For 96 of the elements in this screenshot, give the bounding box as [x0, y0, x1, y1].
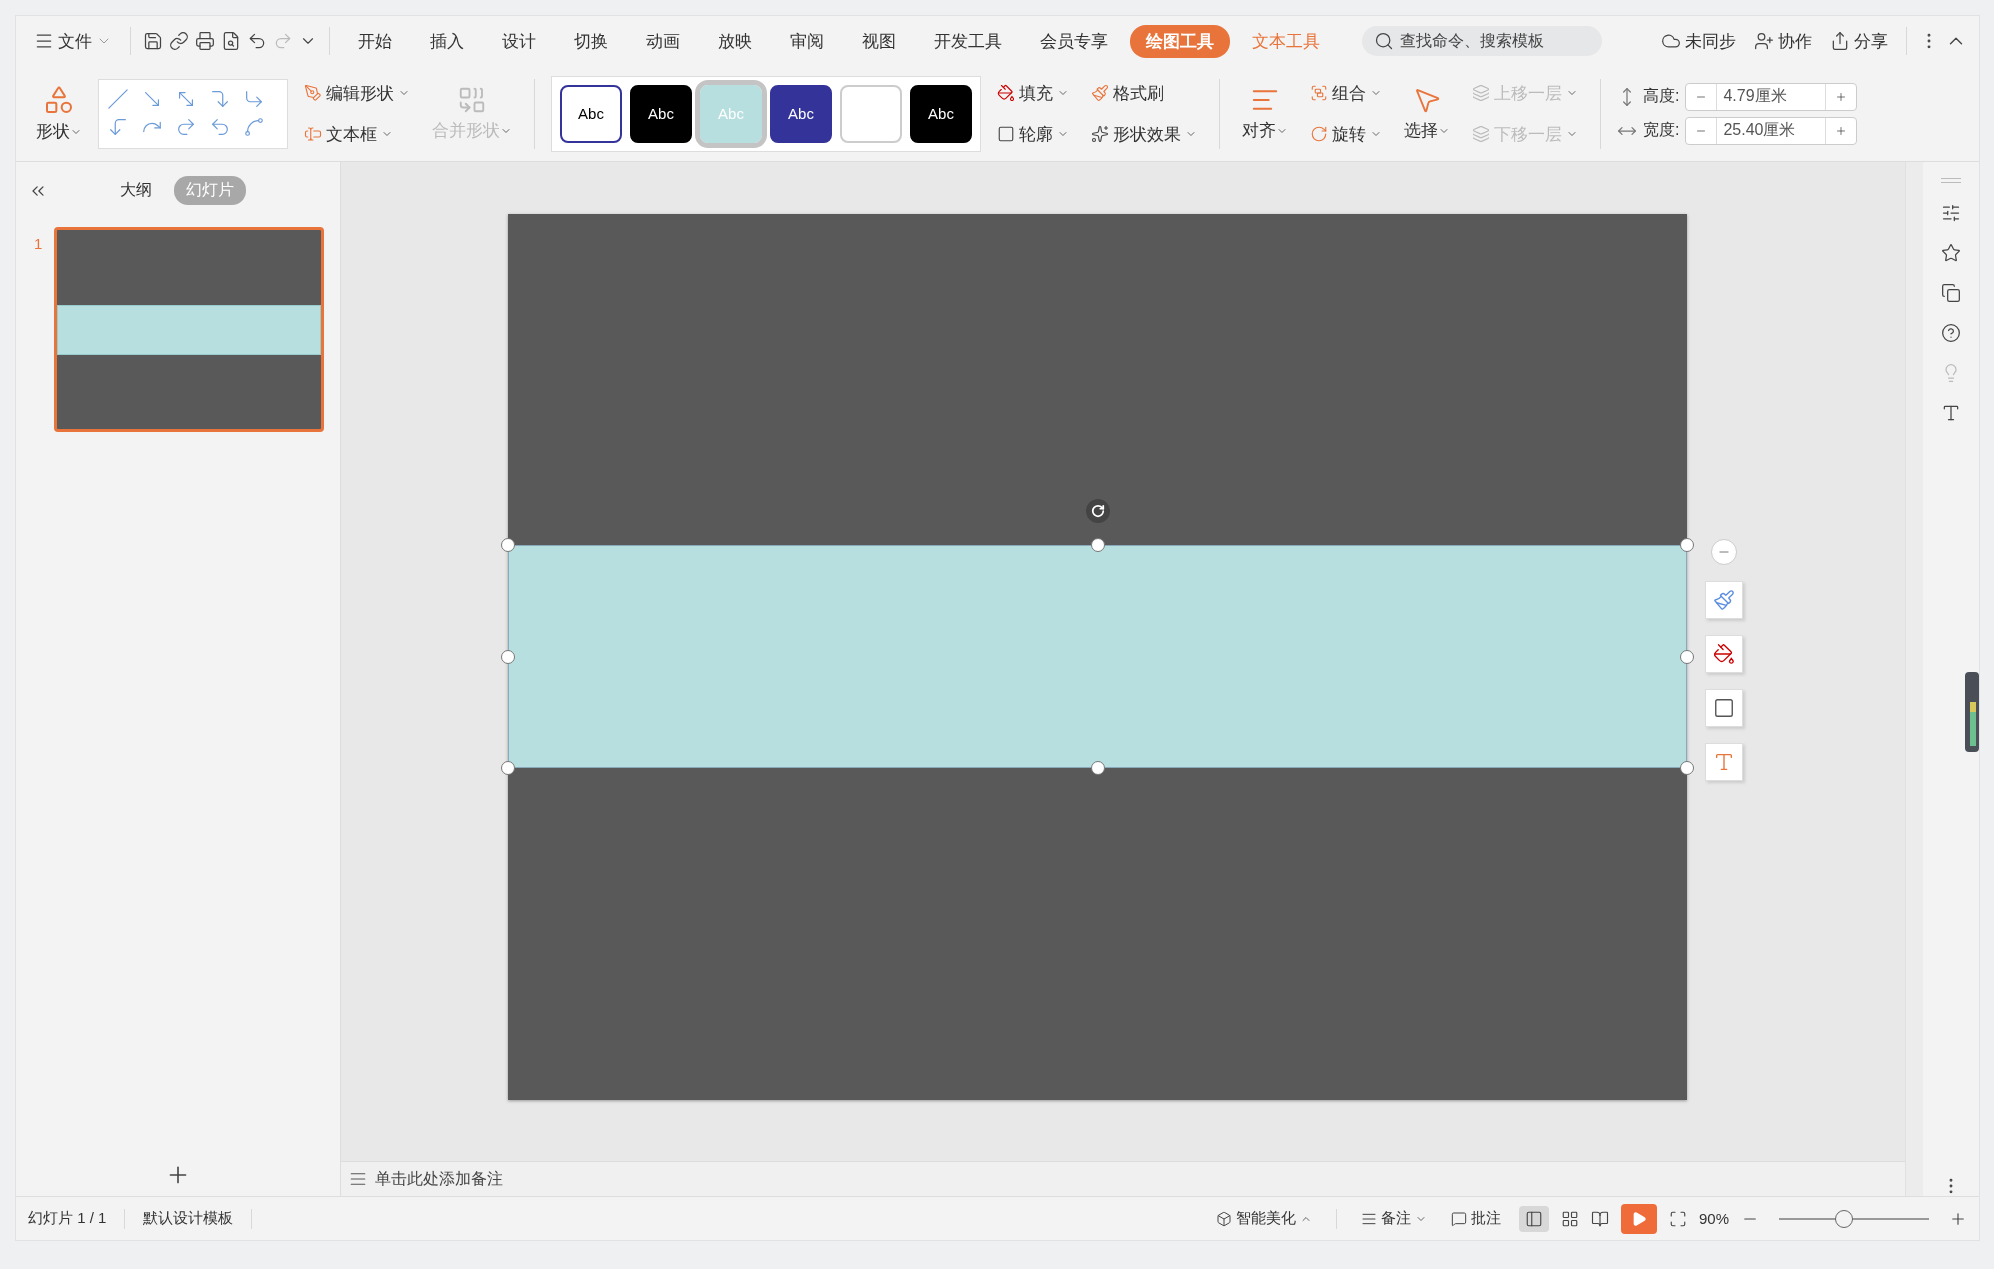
resize-handle[interactable] [501, 761, 515, 775]
resize-handle[interactable] [1090, 538, 1105, 552]
fill-button[interactable] [1705, 635, 1743, 673]
slide-number: 1 [34, 234, 43, 254]
text-box-button[interactable]: 文本框 [298, 118, 399, 150]
slide-count: 幻灯片 1 / 1 [28, 1209, 107, 1228]
resize-handle[interactable] [501, 649, 515, 664]
search-icon [1374, 31, 1394, 51]
layers-icon [1472, 125, 1490, 143]
resize-handle[interactable] [1680, 761, 1694, 775]
user-add-icon [1754, 31, 1774, 51]
rotate-icon [1310, 125, 1328, 143]
ribbon-tab[interactable]: 会员专享 [1024, 24, 1124, 58]
format-painter-icon [1091, 84, 1109, 102]
group-button[interactable]: 组合 [1304, 77, 1388, 109]
style-swatch[interactable]: Abc [630, 84, 692, 143]
comments-button[interactable]: 批注 [1444, 1205, 1507, 1232]
line-shape-icon[interactable] [243, 115, 265, 138]
brush-icon [1713, 589, 1735, 611]
line-shape-icon[interactable] [107, 87, 129, 110]
copy-icon[interactable] [1941, 283, 1961, 303]
outline-icon [997, 125, 1015, 143]
style-swatch[interactable]: Abc [910, 84, 972, 143]
undo-icon[interactable] [247, 31, 267, 51]
smart-beautify-button[interactable]: 智能美化 [1209, 1205, 1318, 1232]
ribbon-tab[interactable]: 视图 [846, 24, 912, 58]
preview-icon[interactable] [221, 31, 241, 51]
toolbar-button[interactable]: 协作 [1748, 25, 1818, 57]
group-icon [1310, 84, 1328, 102]
shape-effects-button[interactable]: 形状效果 [1085, 118, 1203, 150]
normal-view-button[interactable] [1518, 1205, 1549, 1232]
print-icon[interactable] [195, 31, 215, 51]
reading-view-icon[interactable] [1590, 1209, 1609, 1228]
text-icon[interactable] [1941, 403, 1961, 423]
ribbon-tab[interactable]: 放映 [702, 24, 768, 58]
field-label: 高度: [1643, 86, 1680, 106]
format-painter-button[interactable]: 格式刷 [1085, 77, 1170, 109]
notes-field[interactable]: 单击此处添加备注 [373, 1169, 673, 1189]
resize-handle[interactable] [501, 538, 515, 552]
toolbar-button[interactable]: 分享 [1824, 25, 1894, 57]
field-label: 宽度: [1643, 120, 1680, 140]
zoom-level: 90% [1698, 1210, 1729, 1227]
style-swatch[interactable]: Abc [560, 84, 622, 143]
file-menu[interactable]: 文件 [28, 25, 118, 57]
toolbar-button[interactable]: 未同步 [1655, 25, 1742, 57]
ribbon-tab[interactable]: 开始 [342, 24, 408, 58]
grid-view-icon[interactable] [1560, 1209, 1579, 1228]
resize-handle[interactable] [1680, 538, 1694, 552]
ribbon-tab[interactable]: 开发工具 [918, 24, 1018, 58]
shape-button[interactable]: 形状 [30, 80, 88, 147]
edit-shape-button[interactable]: 编辑形状 [298, 77, 416, 109]
ribbon-tab[interactable]: 插入 [414, 24, 480, 58]
style-button[interactable] [1705, 581, 1743, 619]
outline-button[interactable] [1705, 689, 1743, 727]
help-icon[interactable] [1941, 323, 1961, 343]
outline-button[interactable]: 轮廓 [991, 118, 1075, 150]
cube-icon [1215, 1210, 1232, 1227]
plus-icon [1835, 124, 1848, 137]
fill-icon [997, 84, 1015, 102]
shapes-icon [43, 84, 75, 116]
fit-icon[interactable] [1668, 1209, 1687, 1228]
select-button[interactable]: 选择 [1398, 81, 1456, 146]
panel-tab[interactable]: 大纲 [108, 176, 164, 205]
notes-button[interactable]: 备注 [1354, 1205, 1433, 1232]
drag-handle-icon [1941, 178, 1961, 183]
template-name: 默认设计模板 [143, 1209, 234, 1228]
fill-icon [1713, 643, 1735, 665]
ribbon-tab[interactable]: 审阅 [774, 24, 840, 58]
outline-icon [1713, 697, 1735, 719]
notes-icon [349, 1170, 367, 1188]
effects-icon [1091, 125, 1109, 143]
text-style-icon [1713, 751, 1735, 773]
style-swatch[interactable]: Abc [770, 84, 832, 143]
layers-icon [1472, 84, 1490, 102]
save-icon[interactable] [143, 31, 163, 51]
settings-icon[interactable] [1941, 203, 1961, 223]
rotate-handle[interactable] [1085, 499, 1110, 523]
slide-thumbnail[interactable] [54, 227, 325, 432]
slider-thumb[interactable] [1834, 1209, 1853, 1228]
ribbon-tab[interactable]: 动画 [630, 24, 696, 58]
ribbon-tab[interactable]: 设计 [486, 24, 552, 58]
share-icon [1830, 31, 1850, 51]
play-button[interactable] [1620, 1203, 1657, 1234]
ribbon-tab[interactable]: 切换 [558, 24, 624, 58]
star-icon[interactable] [1941, 243, 1961, 263]
search-field[interactable]: 查找命令、搜索模板 [1362, 26, 1602, 56]
fill-button[interactable]: 填充 [991, 77, 1075, 109]
align-button[interactable]: 对齐 [1236, 81, 1294, 146]
edit-shape-icon [304, 84, 322, 102]
style-swatch[interactable] [840, 84, 902, 143]
text-box-icon [304, 125, 322, 143]
comment-icon [1450, 1210, 1467, 1227]
normal-view-icon [1524, 1209, 1543, 1228]
plus-icon [1835, 90, 1848, 103]
merge-icon [457, 85, 487, 115]
rotate-button[interactable]: 旋转 [1304, 118, 1388, 150]
